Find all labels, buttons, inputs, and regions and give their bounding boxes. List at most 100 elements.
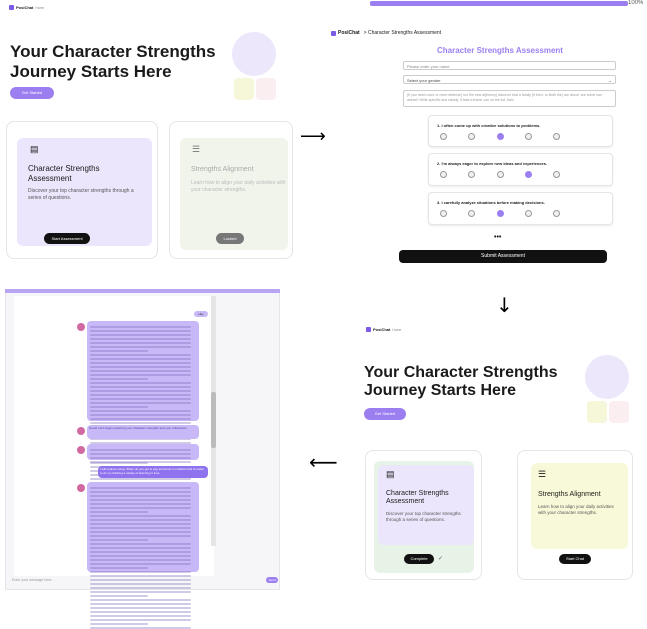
submit-assessment-button[interactable]: Submit Assessment <box>399 250 607 263</box>
gender-select[interactable]: Select your gender ⌄ <box>403 75 616 84</box>
start-chat-button[interactable]: Start Chat <box>559 554 591 564</box>
reflection-textarea[interactable]: (If you need more or more defense) nor t… <box>403 90 616 107</box>
message-text-line <box>90 350 149 352</box>
question-card-3: 3. I carefully analyze situations before… <box>428 192 613 225</box>
complete-button[interactable]: Complete <box>404 554 434 564</box>
message-text-line <box>90 571 191 573</box>
likert-option-2[interactable] <box>468 171 476 178</box>
card-title: Character Strengths Assessment <box>28 164 100 183</box>
name-input[interactable]: Please enter your name <box>403 61 616 70</box>
bot-message <box>87 444 199 463</box>
alignment-card[interactable]: ☰ Strengths Alignment Learn how to align… <box>517 450 633 580</box>
user-message: I will explore using. When do you get to… <box>98 466 208 478</box>
message-text-line <box>90 334 191 336</box>
message-text-line <box>90 382 191 384</box>
message-text-line <box>90 366 191 368</box>
question-card-2: 2. I'm always eager to explore new ideas… <box>428 153 613 186</box>
assessment-card[interactable]: ▤ Character Strengths Assessment Discove… <box>6 121 158 259</box>
likert-option-1[interactable] <box>440 133 447 140</box>
bot-avatar <box>77 484 85 492</box>
likert-option-1[interactable] <box>440 210 447 217</box>
message-text-line <box>90 595 149 597</box>
likert-option-4[interactable] <box>524 171 532 178</box>
breadcrumb: PosiChat > Character Strengths Assessmen… <box>331 30 441 36</box>
assessment-card[interactable]: ▤ Character Strengths Assessment Discove… <box>365 450 482 580</box>
message-text-line <box>90 547 191 549</box>
likert-option-3[interactable] <box>496 171 504 178</box>
likert-option-4[interactable] <box>524 133 532 140</box>
send-button[interactable]: Send <box>266 577 278 583</box>
message-text-line <box>90 418 191 420</box>
scrollbar-thumb[interactable] <box>211 392 216 448</box>
likert-option-2[interactable] <box>468 133 476 140</box>
message-text-line <box>90 457 191 459</box>
message-text-line <box>90 619 191 621</box>
message-text-line <box>90 535 191 537</box>
message-text-line <box>90 555 191 557</box>
bot-avatar <box>77 323 85 331</box>
decor-square-yellow <box>234 78 254 100</box>
message-text-line <box>90 410 191 412</box>
arrow-left-icon: ⟵ <box>309 450 338 474</box>
progress-bar <box>370 1 628 6</box>
card-description: Learn how to align your daily activities… <box>538 504 614 515</box>
message-text-line <box>90 539 149 541</box>
page-title: Character Strengths Assessment <box>437 46 563 55</box>
card-title: Strengths Alignment <box>538 491 601 498</box>
card-title: Strengths Alignment <box>191 166 254 173</box>
message-text-line <box>90 487 191 489</box>
message-text-line <box>90 346 191 348</box>
list-icon: ☰ <box>192 144 201 154</box>
message-text-line <box>90 523 191 525</box>
message-text-line <box>90 531 191 533</box>
message-text-line <box>90 499 191 501</box>
likert-option-5[interactable] <box>553 210 560 217</box>
message-input[interactable]: Enter your message here... <box>10 576 210 584</box>
chat-progress-bar <box>5 289 280 293</box>
message-text-line <box>90 567 149 569</box>
logo-icon <box>9 5 14 10</box>
question-card-1: 1. I often come up with creative solutio… <box>428 115 613 147</box>
message-text-line <box>90 503 191 505</box>
likert-option-4[interactable] <box>524 210 532 217</box>
get-started-button[interactable]: Get Started <box>10 87 54 99</box>
logo-icon <box>366 327 371 332</box>
message-text-line <box>90 543 191 545</box>
message-text-line <box>90 599 191 601</box>
message-text-line <box>90 362 191 364</box>
alignment-card-locked: ☰ Strengths Alignment Learn how to align… <box>169 121 293 259</box>
message-text-line <box>90 587 191 589</box>
check-icon: ✓ <box>438 556 444 562</box>
message-text-line <box>90 398 191 400</box>
card-description: Discover your top character strengths th… <box>28 188 134 201</box>
likert-option-5[interactable] <box>553 171 560 178</box>
likert-option-3[interactable] <box>496 133 504 140</box>
more-indicator: ••• <box>494 234 502 241</box>
message-text-line <box>90 358 191 360</box>
likert-option-1[interactable] <box>440 171 447 178</box>
get-started-button[interactable]: Get Started <box>364 408 406 420</box>
bot-message <box>87 321 199 484</box>
message-text-line <box>90 559 191 561</box>
message-text-line <box>90 591 191 593</box>
message-text-line <box>90 491 191 493</box>
likert-option-2[interactable] <box>468 210 476 217</box>
decor-blob <box>585 355 629 399</box>
start-assessment-button[interactable]: Start Assessment <box>44 233 90 244</box>
locked-button: Locked <box>216 233 244 244</box>
chevron-down-icon: ⌄ <box>608 78 612 83</box>
message-text-line <box>90 390 191 392</box>
message-text-line <box>90 551 191 553</box>
brand-logo[interactable]: PosiChat Home <box>9 5 44 10</box>
brand-logo[interactable]: PosiChat Home <box>366 327 401 332</box>
likert-option-5[interactable] <box>553 133 560 140</box>
message-text-line <box>90 461 191 463</box>
list-icon: ☰ <box>538 469 547 479</box>
message-text-line <box>90 607 191 609</box>
likert-option-3[interactable] <box>496 210 504 217</box>
decor-square-pink <box>256 78 276 100</box>
progress-label: 100% <box>628 0 644 6</box>
message-text-line <box>90 563 191 565</box>
message-text-line <box>90 495 191 497</box>
scrollbar[interactable] <box>211 296 216 546</box>
